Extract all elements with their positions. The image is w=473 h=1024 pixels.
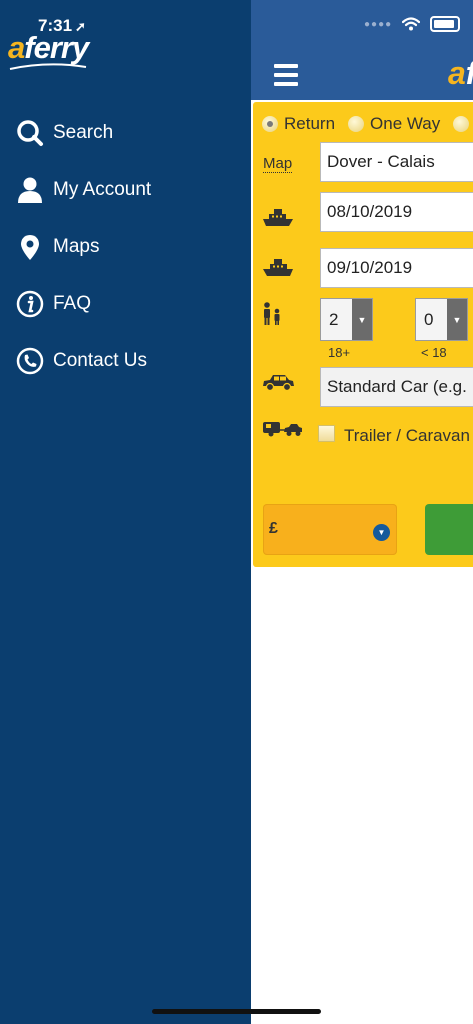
wifi-icon <box>402 17 421 31</box>
chevron-down-icon: ▼ <box>373 524 390 541</box>
children-value: 0 <box>424 309 434 329</box>
map-link[interactable]: Map <box>263 155 293 173</box>
phone-icon <box>16 347 44 375</box>
side-menu: 7:31 ➚ aferry Search My Account Maps FAQ… <box>0 0 251 1024</box>
hamburger-line <box>274 73 298 77</box>
home-indicator <box>152 1009 321 1014</box>
radio-one-way[interactable]: One Way <box>348 114 440 134</box>
search-icon <box>16 119 44 147</box>
hamburger-line <box>274 64 298 68</box>
sidebar-item-label: Maps <box>53 235 100 257</box>
user-icon <box>16 176 44 204</box>
sidebar-menu: Search My Account Maps FAQ Contact Us <box>0 104 251 389</box>
currency-select[interactable]: £ ▼ <box>263 504 397 555</box>
adults-value: 2 <box>329 309 339 329</box>
main-panel: ●●●● af Return One Way <box>251 0 473 1024</box>
sidebar-item-contact-us[interactable]: Contact Us <box>0 332 251 389</box>
battery-icon <box>430 16 461 32</box>
car-icon <box>263 375 294 392</box>
chevron-down-icon: ▼ <box>447 299 467 340</box>
sidebar-item-search[interactable]: Search <box>0 104 251 161</box>
radio-button[interactable] <box>348 116 365 132</box>
radio-more[interactable] <box>453 116 473 132</box>
header-logo-f: f <box>466 55 473 91</box>
hamburger-line <box>274 82 298 86</box>
sidebar-item-label: My Account <box>53 178 152 200</box>
logo-letter-a: a <box>8 30 25 65</box>
currency-symbol: £ <box>269 520 278 537</box>
search-button[interactable] <box>425 504 473 555</box>
children-label: < 18 <box>421 345 447 360</box>
ferry-outbound-icon <box>263 209 293 226</box>
hamburger-menu-button[interactable] <box>274 64 298 91</box>
logo-text: ferry <box>24 30 89 65</box>
trailer-label: Trailer / Caravan <box>344 426 470 445</box>
children-select[interactable]: 0 ▼ <box>415 298 468 341</box>
sidebar-item-label: FAQ <box>53 292 92 314</box>
map-pin-icon <box>16 233 44 261</box>
adults-label: 18+ <box>328 345 351 360</box>
chevron-down-icon: ▼ <box>352 299 372 340</box>
header-logo-a: a <box>448 55 466 91</box>
signal-dots-icon: ●●●● <box>364 18 393 30</box>
sidebar-item-my-account[interactable]: My Account <box>0 161 251 218</box>
trip-type-radios: Return One Way <box>262 114 473 134</box>
vehicle-select[interactable]: Standard Car (e.g. <box>320 367 473 407</box>
trailer-caravan-icon <box>263 422 302 437</box>
sidebar-item-label: Search <box>53 121 114 143</box>
radio-button[interactable] <box>453 116 470 132</box>
status-icons: ●●●● <box>364 16 461 32</box>
app-header: ●●●● af <box>251 0 473 100</box>
sidebar-item-maps[interactable]: Maps <box>0 218 251 275</box>
route-field[interactable]: Dover - Calais <box>320 142 473 182</box>
outbound-date-field[interactable]: 08/10/2019 <box>320 192 473 232</box>
info-icon <box>16 290 44 318</box>
ferry-return-icon <box>263 259 293 276</box>
adults-select[interactable]: 2 ▼ <box>320 298 373 341</box>
radio-return[interactable]: Return <box>262 114 335 134</box>
trailer-checkbox[interactable] <box>318 425 335 442</box>
passengers-icon <box>264 302 280 325</box>
sidebar-item-label: Contact Us <box>53 349 147 371</box>
search-form: Return One Way Map Dover - Calais 08/10/… <box>253 102 473 567</box>
return-date-field[interactable]: 09/10/2019 <box>320 248 473 288</box>
sidebar-item-faq[interactable]: FAQ <box>0 275 251 332</box>
radio-label: One Way <box>370 114 441 133</box>
header-logo: af <box>448 55 473 92</box>
logo-swoosh-icon <box>9 63 87 70</box>
aferry-logo: aferry <box>8 30 89 66</box>
radio-label: Return <box>284 114 336 133</box>
radio-button[interactable] <box>262 116 278 132</box>
